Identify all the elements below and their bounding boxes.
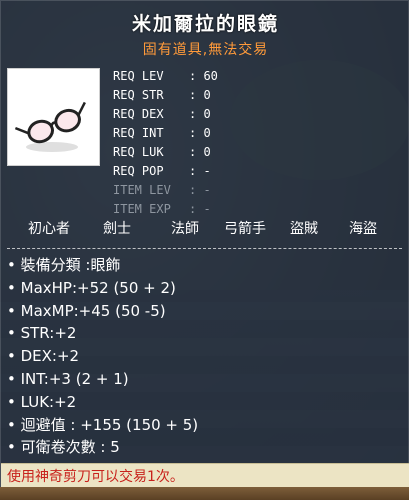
- inventory-bar[interactable]: [0, 487, 409, 500]
- stat-maxmp: MaxMP:+45 (50 -5): [7, 300, 407, 323]
- job-warrior: 劍士: [103, 221, 131, 237]
- job-thief: 盜賊: [290, 221, 318, 237]
- job-bowman: 弓箭手: [224, 221, 266, 237]
- glasses-icon: [14, 101, 86, 152]
- item-subtitle: 固有道具,無法交易: [142, 42, 269, 58]
- trade-note-bar: 使用神奇剪刀可以交易1次。: [1, 463, 409, 489]
- req-pop: REQ POP: -: [113, 164, 211, 178]
- req-str: REQ STR: 0: [113, 88, 211, 102]
- stat-dex: DEX:+2: [7, 345, 407, 368]
- stat-luk: LUK:+2: [7, 391, 407, 414]
- item-icon-frame: [7, 68, 100, 166]
- job-list: 初心者 劍士 法師 弓箭手 盜賊 海盜: [1, 218, 409, 240]
- req-int: REQ INT: 0: [113, 126, 211, 140]
- job-pirate: 海盜: [349, 221, 377, 237]
- req-dex: REQ DEX: 0: [113, 107, 211, 121]
- item-exp: ITEM EXP: -: [113, 202, 211, 216]
- stat-str: STR:+2: [7, 322, 407, 345]
- req-luk: REQ LUK: 0: [113, 145, 211, 159]
- requirements-list: REQ LEV: 60 REQ STR: 0 REQ DEX: 0 REQ IN…: [113, 67, 263, 219]
- stat-int: INT:+3 (2 + 1): [7, 368, 407, 391]
- trade-note-text: 使用神奇剪刀可以交易1次。: [7, 469, 184, 485]
- item-lev: ITEM LEV: -: [113, 183, 211, 197]
- job-magician: 法師: [171, 221, 199, 237]
- stat-equip-type: 裝備分類 :眼飾: [7, 254, 407, 277]
- stat-avoid: 迴避值 : +155 (150 + 5): [7, 414, 407, 437]
- item-name: 米加爾拉的眼鏡: [131, 13, 279, 35]
- stat-upgrade-slots: 可衛卷次數 : 5: [7, 436, 407, 459]
- stat-maxhp: MaxHP:+52 (50 + 2): [7, 277, 407, 300]
- req-lev: REQ LEV: 60: [113, 69, 218, 83]
- item-tooltip: 米加爾拉的眼鏡 固有道具,無法交易 REQ LEV: 60 REQ STR: 0…: [0, 0, 409, 500]
- divider: [7, 248, 402, 249]
- job-beginner: 初心者: [28, 221, 70, 237]
- stat-list: 裝備分類 :眼飾 MaxHP:+52 (50 + 2) MaxMP:+45 (5…: [7, 254, 407, 459]
